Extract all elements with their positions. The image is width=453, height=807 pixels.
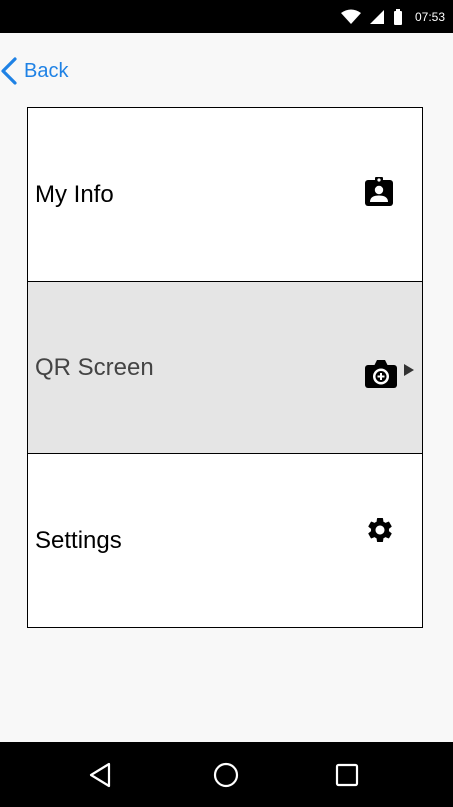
chevron-left-icon — [1, 57, 17, 85]
gear-icon — [368, 518, 392, 542]
recents-square-icon[interactable] — [335, 763, 359, 787]
main-menu: My Info QR Screen Settings — [27, 107, 423, 628]
menu-item-label: Settings — [35, 526, 122, 554]
battery-icon — [393, 8, 402, 25]
wifi-icon — [340, 9, 361, 24]
menu-item-my-info[interactable]: My Info — [28, 108, 422, 282]
status-time: 07:53 — [414, 9, 445, 24]
camera-icon — [365, 360, 397, 388]
home-circle-icon[interactable] — [213, 762, 239, 788]
status-bar: 07:53 — [0, 0, 453, 33]
back-label: Back — [24, 59, 69, 82]
system-nav-bar — [0, 742, 453, 807]
signal-icon — [369, 9, 384, 24]
contact-badge-icon — [365, 177, 393, 206]
menu-item-label: QR Screen — [35, 353, 154, 381]
menu-item-label: My Info — [35, 180, 114, 208]
status-icons: 07:53 — [340, 0, 445, 33]
menu-item-qr-screen[interactable]: QR Screen — [28, 282, 422, 454]
arrow-right-icon — [404, 364, 414, 376]
back-triangle-icon[interactable] — [88, 762, 112, 788]
back-button[interactable]: Back — [0, 57, 68, 85]
menu-item-settings[interactable]: Settings — [28, 454, 422, 627]
